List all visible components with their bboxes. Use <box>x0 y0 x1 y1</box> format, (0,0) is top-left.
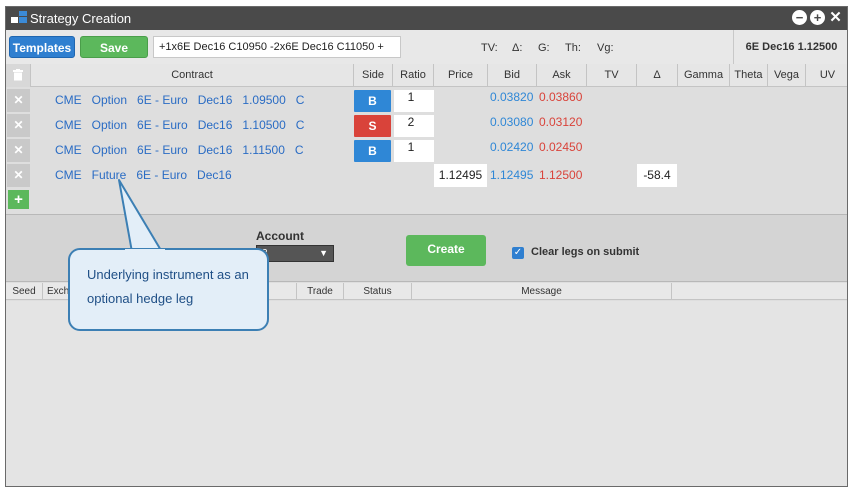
gamma-label: G: <box>538 42 550 54</box>
create-button[interactable]: Create <box>406 235 486 266</box>
ask-value: 1.12500 <box>539 168 583 182</box>
header-gamma[interactable]: Gamma <box>678 64 730 87</box>
callout-text: Underlying instrument as an optional hed… <box>87 267 249 306</box>
header-side[interactable]: Side <box>354 64 393 87</box>
clear-legs-checkbox[interactable]: ✓ <box>512 247 524 259</box>
vega-label: Vg: <box>597 42 614 54</box>
ratio-input[interactable]: 2 <box>394 115 434 137</box>
save-button[interactable]: Save <box>80 36 148 58</box>
header-theta[interactable]: Theta <box>730 64 768 87</box>
clear-legs-label: Clear legs on submit <box>531 246 640 258</box>
strategy-creation-window: Strategy Creation − + ✕ Templates Save +… <box>5 6 848 487</box>
header-bid[interactable]: Bid <box>488 64 537 87</box>
table-row: ✕ CME Option 6E - Euro Dec16 1.09500 C B… <box>6 88 847 113</box>
add-leg-row: + <box>6 188 847 212</box>
header-ask[interactable]: Ask <box>537 64 587 87</box>
remove-leg-icon[interactable]: ✕ <box>7 89 30 112</box>
table-row: ✕ CME Future 6E - Euro Dec16 1.12495 1.1… <box>6 163 847 188</box>
add-leg-button[interactable]: + <box>8 190 29 209</box>
remove-leg-icon[interactable]: ✕ <box>7 114 30 137</box>
close-icon[interactable]: ✕ <box>828 10 843 25</box>
remove-leg-icon[interactable]: ✕ <box>7 139 30 162</box>
legs-grid-header: Contract Side Ratio Price Bid Ask TV Δ G… <box>6 64 847 87</box>
ratio-input[interactable]: 1 <box>394 140 434 162</box>
window-title: Strategy Creation <box>30 11 132 26</box>
price-input[interactable]: 1.12495 <box>434 164 487 187</box>
side-buy-button[interactable]: B <box>354 140 391 162</box>
side-buy-button[interactable]: B <box>354 90 391 112</box>
minimize-icon[interactable]: − <box>792 10 807 25</box>
strategy-input[interactable]: +1x6E Dec16 C10950 -2x6E Dec16 C11050 + <box>153 36 401 58</box>
trash-icon[interactable] <box>6 64 31 87</box>
side-sell-button[interactable]: S <box>354 115 391 137</box>
ask-value: 0.02450 <box>539 140 583 154</box>
bid-value: 0.03080 <box>490 115 534 129</box>
header-uv[interactable]: UV <box>806 64 847 87</box>
table-row: ✕ CME Option 6E - Euro Dec16 1.11500 C B… <box>6 138 847 163</box>
header-price[interactable]: Price <box>434 64 488 87</box>
delta-label: Δ: <box>512 42 523 54</box>
ask-value: 0.03860 <box>539 90 583 104</box>
title-bar: Strategy Creation − + ✕ <box>6 7 847 30</box>
leg-contract[interactable]: CME Option 6E - Euro Dec16 1.09500 C <box>31 88 304 113</box>
leg-contract[interactable]: CME Option 6E - Euro Dec16 1.11500 C <box>31 138 304 163</box>
instrument-price: 6E Dec16 1.12500 <box>733 30 847 64</box>
bid-value: 0.03820 <box>490 90 534 104</box>
bid-value: 0.02420 <box>490 140 534 154</box>
delta-input[interactable]: -58.4 <box>637 164 677 187</box>
header-vega[interactable]: Vega <box>768 64 806 87</box>
header-ratio[interactable]: Ratio <box>393 64 434 87</box>
header-contract[interactable]: Contract <box>31 64 354 87</box>
leg-contract[interactable]: CME Option 6E - Euro Dec16 1.10500 C <box>31 113 304 138</box>
app-logo-icon <box>11 11 27 25</box>
header-delta[interactable]: Δ <box>637 64 678 87</box>
maximize-icon[interactable]: + <box>810 10 825 25</box>
bid-value: 1.12495 <box>490 168 534 182</box>
header-message[interactable]: Message <box>412 283 672 300</box>
account-label: Account <box>256 229 304 243</box>
chevron-down-icon: ▼ <box>319 248 328 258</box>
leg-contract[interactable]: CME Future 6E - Euro Dec16 <box>31 163 232 188</box>
header-seed[interactable]: Seed <box>6 283 43 300</box>
header-status[interactable]: Status <box>344 283 412 300</box>
theta-label: Th: <box>565 42 581 54</box>
header-trade[interactable]: Trade <box>297 283 344 300</box>
toolbar: Templates Save +1x6E Dec16 C10950 -2x6E … <box>6 30 847 65</box>
ask-value: 0.03120 <box>539 115 583 129</box>
callout-tooltip: Underlying instrument as an optional hed… <box>68 248 269 331</box>
templates-button[interactable]: Templates <box>9 36 75 58</box>
tv-label: TV: <box>481 42 498 54</box>
ratio-input[interactable]: 1 <box>394 90 434 112</box>
remove-leg-icon[interactable]: ✕ <box>7 164 30 187</box>
table-row: ✕ CME Option 6E - Euro Dec16 1.10500 C S… <box>6 113 847 138</box>
header-tv[interactable]: TV <box>587 64 637 87</box>
